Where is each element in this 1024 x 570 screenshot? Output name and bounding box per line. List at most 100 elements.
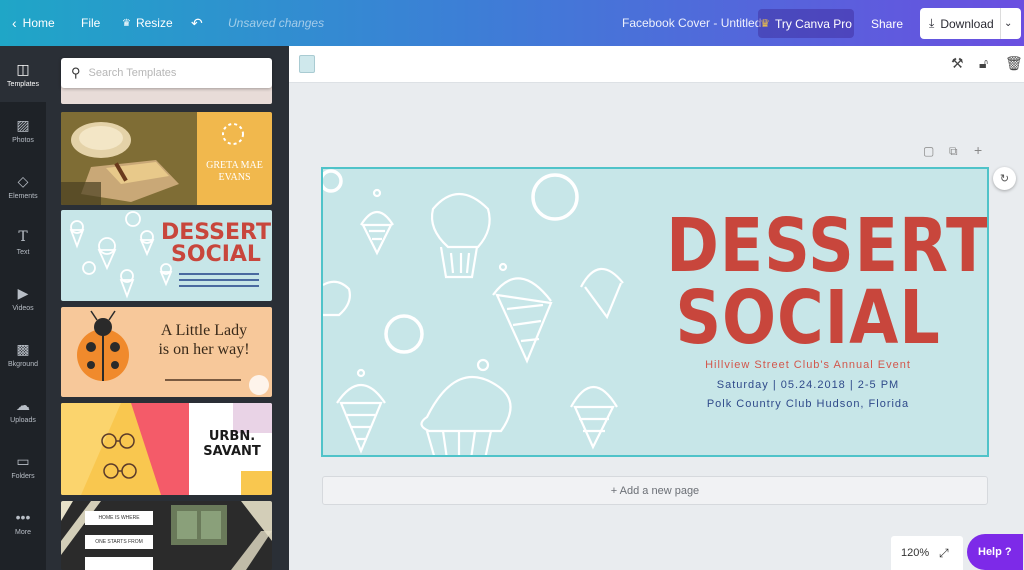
dessert-thumb-line1: DESSERT [161,220,271,245]
top-bar: ‹ Home File ♛ Resize ↶ Unsaved changes F… [0,0,1024,46]
urbn-title: URBN. SAVANT [195,429,269,459]
dessert-thumb-line2: SOCIAL [171,242,261,267]
try-canva-pro-button[interactable]: ♛ Try Canva Pro [758,9,854,38]
greta-line2: EVANS [218,172,251,183]
templates-panel: ⚲ GRETA MAE EVANS [46,46,289,570]
rail-label: More [15,528,31,536]
design-location[interactable]: Polk Country Club Hudson, Florida [643,398,973,410]
dessert-thumb-details [179,273,259,287]
home-line1: HOME IS WHERE [98,515,140,521]
text-icon: T [18,228,28,245]
resize-label: Resize [135,16,173,30]
templates-icon: ◫ [16,60,30,77]
folders-icon: ▭ [16,452,30,469]
background-color-swatch[interactable] [299,55,315,73]
download-icon: ⤓ [929,16,935,30]
document-title[interactable]: Facebook Cover - Untitled [622,0,761,46]
file-label: File [81,16,101,30]
rail-label: Videos [12,304,34,312]
rail-label: Text [16,248,30,256]
download-divider [1000,8,1001,39]
save-status: Unsaved changes [228,16,325,30]
chevron-left-icon: ‹ [12,15,17,31]
design-title-line2[interactable]: SOCIAL [666,281,950,355]
greta-artwork [61,112,244,205]
search-input[interactable] [88,67,259,79]
rail-label: Templates [7,80,39,88]
side-rail: ◫ Templates ▨ Photos ◇ Elements T Text ▶… [0,46,46,570]
fullscreen-icon[interactable]: ⤢ [939,546,949,561]
rail-label: Uploads [10,416,36,424]
template-thumbnail-dessert[interactable]: DESSERT SOCIAL [61,210,272,301]
rail-label: Elements [8,192,38,200]
design-subtitle[interactable]: Hillview Street Club's Annual Event [643,359,973,371]
rail-label: Bkground [8,360,38,368]
rail-item-elements[interactable]: ◇ Elements [0,158,46,214]
search-icon: ⚲ [71,65,81,80]
home-line1-box: HOME IS WHERE [85,511,153,525]
duplicate-page-icon[interactable]: ⧉ [949,144,958,159]
rail-item-photos[interactable]: ▨ Photos [0,102,46,158]
zoom-level: 120% [901,547,930,559]
urbn-line2: SAVANT [203,444,261,459]
elements-icon: ◇ [17,172,29,189]
little-lady-line1: A Little Lady [160,322,248,339]
editor-toolbar: ⚒ 🔓︎ 🗑︎ [289,46,1024,83]
zoom-control[interactable]: 120% ⤢ [891,536,963,570]
more-icon: ••• [15,508,31,525]
trash-icon[interactable]: 🗑︎ [1005,55,1023,72]
little-lady-details [165,379,241,381]
rail-item-templates[interactable]: ◫ Templates [0,46,46,102]
uploads-icon: ☁ [16,396,30,413]
template-thumbnail-home[interactable]: HOME IS WHERE ONE STARTS FROM [61,501,272,570]
home-line3-box [85,557,153,570]
search-box: ⚲ [61,58,272,88]
rail-label: Photos [12,136,34,144]
design-title-line1[interactable]: DESSERT [666,209,987,283]
design-date-line[interactable]: Saturday | 05.24.2018 | 2-5 PM [643,379,973,391]
undo-button[interactable]: ↶ [191,0,203,46]
photos-icon: ▨ [16,116,30,133]
crown-icon: ♛ [760,18,770,30]
help-button[interactable]: Help ? [967,534,1023,570]
home-line2-box: ONE STARTS FROM [85,535,153,549]
refresh-icon[interactable]: ↻ [993,167,1016,190]
rail-item-folders[interactable]: ▭ Folders [0,438,46,494]
rail-item-background[interactable]: ▩ Bkground [0,326,46,382]
home-line2: ONE STARTS FROM [95,539,143,545]
notes-icon[interactable]: ▢ [923,144,934,158]
chevron-down-icon[interactable]: ⌄ [1004,8,1012,39]
home-button[interactable]: ‹ Home [12,0,55,46]
add-new-page-button[interactable]: + Add a new page [322,476,988,505]
editor-stage: ⚒ 🔓︎ 🗑︎ ▢ ⧉ + DESSERT SOCIAL Hillview St… [289,46,1024,570]
add-page-icon[interactable]: + [974,142,982,158]
home-label: Home [22,16,55,30]
template-thumbnail-greta[interactable]: GRETA MAE EVANS [61,112,272,205]
design-canvas[interactable]: DESSERT SOCIAL Hillview Street Club's An… [321,167,989,457]
little-lady-title: A Little Lady is on her way! [139,321,269,359]
try-pro-label: Try Canva Pro [774,16,852,31]
download-button[interactable]: ⤓ Download ⌄ [920,8,1021,39]
download-label: Download [940,16,994,31]
lock-icon[interactable]: 🔓︎ [979,55,988,72]
template-thumbnail-little-lady[interactable]: A Little Lady is on her way! [61,307,272,397]
rail-item-uploads[interactable]: ☁ Uploads [0,382,46,438]
rail-item-more[interactable]: ••• More [0,494,46,550]
urbn-line1: URBN. [208,429,256,444]
file-menu[interactable]: File [81,0,100,46]
background-icon: ▩ [16,340,30,357]
rail-item-text[interactable]: T Text [0,214,46,270]
resize-icon: ♛ [122,17,131,29]
dessert-thumb-title: DESSERT SOCIAL [161,222,271,266]
videos-icon: ▶ [17,284,29,301]
resize-button[interactable]: ♛ Resize [122,0,173,46]
template-thumbnail-urbn[interactable]: URBN. SAVANT [61,403,272,495]
rail-item-videos[interactable]: ▶ Videos [0,270,46,326]
share-button[interactable]: Share [861,9,913,38]
undo-icon: ↶ [191,14,203,31]
greta-title: GRETA MAE EVANS [197,160,272,184]
greta-line1: GRETA MAE [206,160,263,171]
little-lady-line2: is on her way! [158,341,250,358]
paint-roller-icon[interactable]: ⚒ [951,55,964,72]
rail-label: Folders [11,472,35,480]
